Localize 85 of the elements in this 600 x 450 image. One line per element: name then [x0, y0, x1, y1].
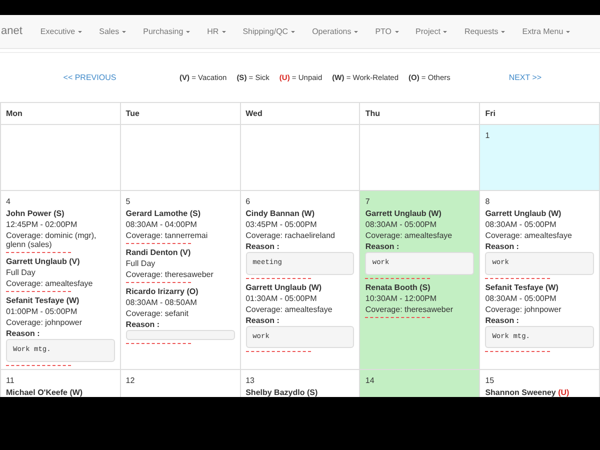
caret-icon — [566, 30, 570, 32]
day-number: 13 — [246, 374, 256, 386]
time-range: Full Day — [126, 258, 156, 269]
nav-menu-item[interactable]: Requests — [464, 26, 506, 38]
employee-name: Shannon Sweeney (U) — [485, 386, 570, 397]
coverage-text: Coverage: amealtesfaye — [246, 304, 334, 314]
caret-icon — [222, 30, 226, 32]
nav-menu-item[interactable]: PTO — [375, 26, 399, 38]
time-range: 08:30AM - 04:00PM — [126, 219, 198, 230]
employee-name: Garrett Unglaub (W) — [246, 282, 323, 292]
nav-menu-item[interactable]: Extra Menu — [522, 26, 570, 38]
nav-menu-item[interactable]: Executive — [40, 26, 82, 38]
time-range: Full Day — [6, 267, 36, 278]
column-header: Wed — [240, 102, 360, 124]
caret-icon — [78, 30, 82, 32]
caret-icon — [354, 30, 358, 32]
day-number: 1 — [485, 130, 491, 141]
time-range: 08:30AM - 08:50AM — [126, 297, 198, 308]
employee-name: John Power (S) — [6, 208, 66, 219]
coverage-text: Coverage: theresaweber — [365, 304, 454, 314]
day-number: 12 — [126, 374, 136, 386]
coverage-text: Coverage: amealtesfaye — [6, 279, 94, 288]
day-number: 11 — [6, 374, 16, 386]
nav-menu-item[interactable]: Sales — [99, 26, 126, 38]
reason-label: Reason : — [246, 314, 280, 326]
caret-icon — [186, 30, 190, 32]
previous-link[interactable]: << PREVIOUS — [63, 72, 116, 84]
reason-label: Reason : — [246, 241, 280, 252]
nav-menu-item[interactable]: Operations — [312, 26, 358, 38]
reason-label: Reason : — [365, 241, 400, 252]
day-number: 4 — [6, 196, 12, 207]
time-range: 08:30AM - 05:00PM — [485, 219, 558, 230]
time-range: 08:30AM - 05:00PM — [365, 219, 438, 230]
day-number: 7 — [365, 196, 371, 207]
column-header: Thu — [360, 102, 480, 124]
day-number: 15 — [485, 374, 496, 386]
caret-icon — [501, 30, 506, 32]
nav-menu-item[interactable]: Shipping/QC — [242, 26, 296, 38]
next-link[interactable]: NEXT >> — [508, 72, 542, 84]
employee-name: Shelby Bazydlo (S) — [246, 386, 319, 397]
caret-icon — [394, 30, 399, 32]
day-number: 8 — [485, 196, 491, 207]
day-number: 6 — [246, 196, 252, 207]
coverage-text: Coverage: johnpower — [6, 318, 84, 327]
coverage-text: Coverage: johnpower — [485, 304, 562, 314]
employee-name: Ricardo Irizarry (O) — [126, 286, 200, 297]
column-header: Tue — [120, 102, 240, 124]
employee-name: Cindy Bannan (W) — [246, 208, 316, 219]
nav-menu-item[interactable]: HR — [207, 26, 226, 38]
day-number: 14 — [365, 374, 376, 386]
coverage-text: Coverage: theresaweber — [126, 270, 214, 279]
employee-name: Garrett Unglaub (W) — [485, 208, 562, 219]
reason-label: Reason : — [485, 241, 520, 252]
time-range: 03:45PM - 05:00PM — [246, 219, 318, 230]
employee-name: Gerard Lamothe (S) — [126, 208, 202, 219]
reason-label: Reason : — [126, 319, 161, 330]
nav-menu-item[interactable]: Purchasing — [143, 26, 190, 38]
time-range: 08:30AM - 05:00PM — [485, 292, 558, 304]
employee-name: Sefanit Tesfaye (W) — [485, 282, 560, 292]
time-range: 01:30AM - 05:00PM — [246, 292, 318, 304]
employee-name: Garrett Unglaub (V) — [6, 256, 81, 267]
time-range: 12:45PM - 02:00PM — [6, 219, 78, 230]
nav-menu-item[interactable]: Project — [416, 26, 448, 38]
column-header: Fri — [480, 102, 600, 124]
coverage-text: Coverage: amealtesfaye — [485, 231, 573, 240]
employee-name: Sefanit Tesfaye (W) — [6, 295, 80, 306]
column-header: Mon — [0, 102, 120, 124]
coverage-text: Coverage: amealtesfaye — [365, 231, 454, 240]
day-number: 5 — [126, 196, 132, 207]
employee-name: Michael O'Keefe (W) — [6, 386, 84, 397]
reason-label: Reason : — [485, 314, 520, 326]
coverage-text: Coverage: tannerremai — [126, 231, 209, 240]
caret-icon — [443, 30, 448, 32]
caret-icon — [122, 30, 126, 32]
employee-name: Renata Booth (S) — [365, 282, 432, 292]
employee-name: Randi Denton (V) — [126, 247, 192, 258]
reason-label: Reason : — [6, 328, 41, 339]
brand-name[interactable]: anet — [1, 23, 22, 40]
employee-name: Garrett Unglaub (W) — [365, 208, 442, 219]
time-range: 10:30AM - 12:00PM — [365, 292, 438, 304]
coverage-text: Coverage: dominic (mgr), glenn (sales) — [6, 231, 98, 249]
time-range: 01:00PM - 05:00PM — [6, 306, 78, 317]
coverage-text: Coverage: rachaelireland — [246, 231, 336, 240]
coverage-text: Coverage: sefanit — [126, 309, 190, 318]
caret-icon — [291, 30, 296, 32]
